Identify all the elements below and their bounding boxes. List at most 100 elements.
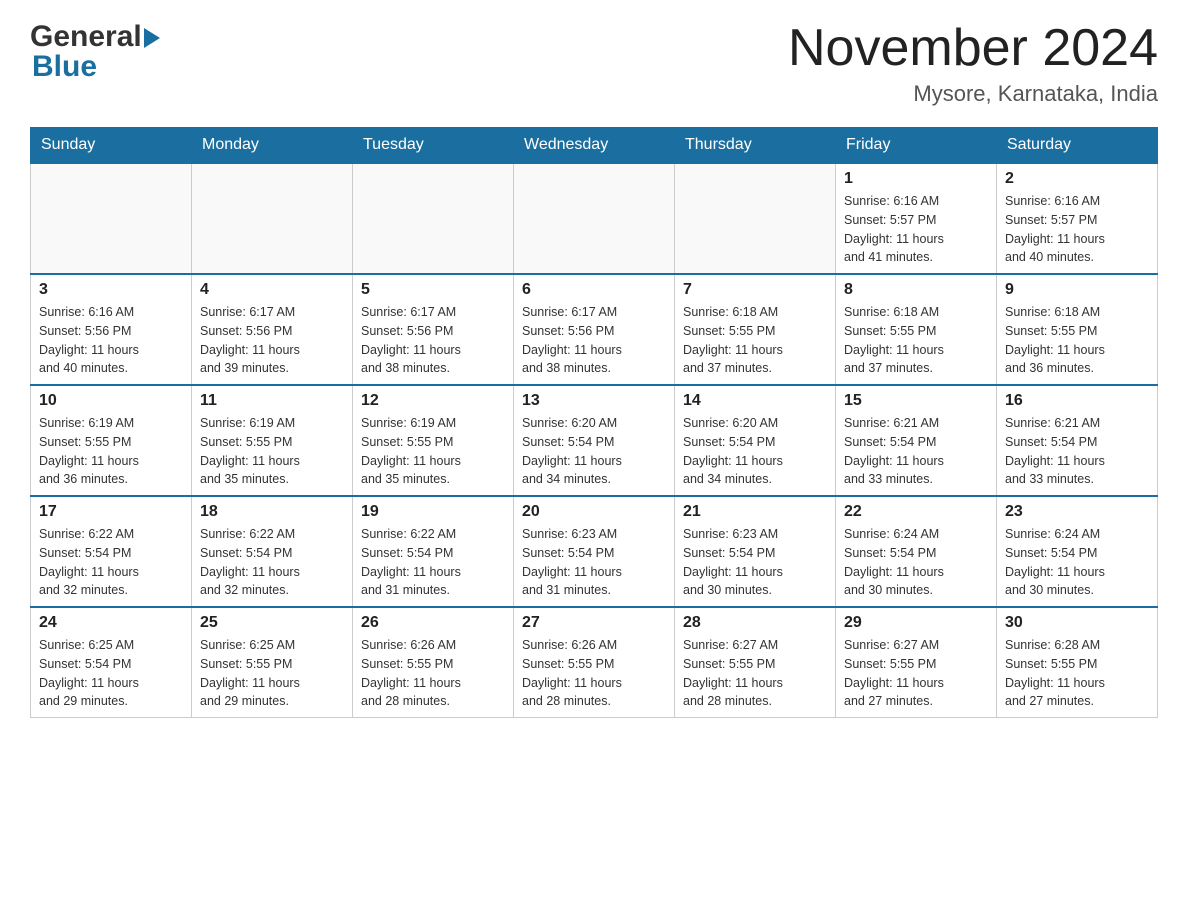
- calendar-header-row: SundayMondayTuesdayWednesdayThursdayFrid…: [31, 128, 1158, 164]
- page-header: General Blue November 2024 Mysore, Karna…: [30, 20, 1158, 107]
- day-number: 22: [844, 503, 988, 521]
- day-number: 30: [1005, 614, 1149, 632]
- day-number: 24: [39, 614, 183, 632]
- day-number: 1: [844, 170, 988, 188]
- logo: General Blue: [30, 20, 160, 84]
- day-number: 21: [683, 503, 827, 521]
- day-number: 27: [522, 614, 666, 632]
- day-info: Sunrise: 6:16 AMSunset: 5:56 PMDaylight:…: [39, 303, 183, 378]
- day-number: 7: [683, 281, 827, 299]
- day-info: Sunrise: 6:24 AMSunset: 5:54 PMDaylight:…: [1005, 525, 1149, 600]
- calendar-cell: 28 Sunrise: 6:27 AMSunset: 5:55 PMDayligh…: [675, 607, 836, 718]
- logo-arrow-icon: [144, 28, 160, 48]
- weekday-header-wednesday: Wednesday: [514, 128, 675, 164]
- week-row-5: 24Sunrise: 6:25 AMSunset: 5:54 PMDayligh…: [31, 607, 1158, 718]
- day-number: 3: [39, 281, 183, 299]
- day-number: 14: [683, 392, 827, 410]
- calendar-cell: 16 Sunrise: 6:21 AMSunset: 5:54 PMDayligh…: [997, 385, 1158, 496]
- calendar-cell: [353, 163, 514, 274]
- calendar-cell: 4 Sunrise: 6:17 AMSunset: 5:56 PMDaylight…: [192, 274, 353, 385]
- weekday-header-sunday: Sunday: [31, 128, 192, 164]
- day-number: 26: [361, 614, 505, 632]
- day-info: Sunrise: 6:21 AMSunset: 5:54 PMDaylight:…: [844, 414, 988, 489]
- calendar-cell: 12Sunrise: 6:19 AMSunset: 5:55 PMDayligh…: [353, 385, 514, 496]
- logo-general-text: General: [30, 20, 142, 54]
- day-info: Sunrise: 6:17 AMSunset: 5:56 PMDaylight:…: [522, 303, 666, 378]
- calendar-cell: 17Sunrise: 6:22 AMSunset: 5:54 PMDayligh…: [31, 496, 192, 607]
- day-info: Sunrise: 6:19 AMSunset: 5:55 PMDaylight:…: [361, 414, 505, 489]
- day-number: 28: [683, 614, 827, 632]
- weekday-header-friday: Friday: [836, 128, 997, 164]
- calendar-cell: 15 Sunrise: 6:21 AMSunset: 5:54 PMDayligh…: [836, 385, 997, 496]
- day-number: 13: [522, 392, 666, 410]
- day-info: Sunrise: 6:24 AMSunset: 5:54 PMDaylight:…: [844, 525, 988, 600]
- day-number: 8: [844, 281, 988, 299]
- day-number: 23: [1005, 503, 1149, 521]
- calendar-cell: 24Sunrise: 6:25 AMSunset: 5:54 PMDayligh…: [31, 607, 192, 718]
- day-info: Sunrise: 6:17 AMSunset: 5:56 PMDaylight:…: [361, 303, 505, 378]
- day-number: 18: [200, 503, 344, 521]
- day-info: Sunrise: 6:22 AMSunset: 5:54 PMDaylight:…: [200, 525, 344, 600]
- day-number: 19: [361, 503, 505, 521]
- calendar-cell: 23 Sunrise: 6:24 AMSunset: 5:54 PMDayligh…: [997, 496, 1158, 607]
- calendar-cell: 6Sunrise: 6:17 AMSunset: 5:56 PMDaylight…: [514, 274, 675, 385]
- day-number: 4: [200, 281, 344, 299]
- calendar-cell: 7 Sunrise: 6:18 AMSunset: 5:55 PMDaylight…: [675, 274, 836, 385]
- weekday-header-thursday: Thursday: [675, 128, 836, 164]
- day-info: Sunrise: 6:20 AMSunset: 5:54 PMDaylight:…: [683, 414, 827, 489]
- day-info: Sunrise: 6:27 AMSunset: 5:55 PMDaylight:…: [683, 636, 827, 711]
- day-info: Sunrise: 6:16 AMSunset: 5:57 PMDaylight:…: [844, 192, 988, 267]
- day-number: 17: [39, 503, 183, 521]
- calendar-cell: [192, 163, 353, 274]
- calendar-cell: 27 Sunrise: 6:26 AMSunset: 5:55 PMDayligh…: [514, 607, 675, 718]
- day-info: Sunrise: 6:23 AMSunset: 5:54 PMDaylight:…: [522, 525, 666, 600]
- calendar-cell: 20Sunrise: 6:23 AMSunset: 5:54 PMDayligh…: [514, 496, 675, 607]
- calendar-cell: 1 Sunrise: 6:16 AMSunset: 5:57 PMDaylight…: [836, 163, 997, 274]
- calendar-cell: 22 Sunrise: 6:24 AMSunset: 5:54 PMDayligh…: [836, 496, 997, 607]
- calendar-cell: 26 Sunrise: 6:26 AMSunset: 5:55 PMDayligh…: [353, 607, 514, 718]
- calendar-cell: [514, 163, 675, 274]
- day-number: 25: [200, 614, 344, 632]
- calendar-cell: 21 Sunrise: 6:23 AMSunset: 5:54 PMDayligh…: [675, 496, 836, 607]
- day-number: 15: [844, 392, 988, 410]
- week-row-3: 10Sunrise: 6:19 AMSunset: 5:55 PMDayligh…: [31, 385, 1158, 496]
- calendar-cell: 11Sunrise: 6:19 AMSunset: 5:55 PMDayligh…: [192, 385, 353, 496]
- calendar-cell: 19 Sunrise: 6:22 AMSunset: 5:54 PMDayligh…: [353, 496, 514, 607]
- calendar-cell: 14 Sunrise: 6:20 AMSunset: 5:54 PMDayligh…: [675, 385, 836, 496]
- weekday-header-saturday: Saturday: [997, 128, 1158, 164]
- title-section: November 2024 Mysore, Karnataka, India: [788, 20, 1158, 107]
- day-info: Sunrise: 6:21 AMSunset: 5:54 PMDaylight:…: [1005, 414, 1149, 489]
- weekday-header-monday: Monday: [192, 128, 353, 164]
- calendar-cell: 9Sunrise: 6:18 AMSunset: 5:55 PMDaylight…: [997, 274, 1158, 385]
- day-number: 2: [1005, 170, 1149, 188]
- day-info: Sunrise: 6:22 AMSunset: 5:54 PMDaylight:…: [361, 525, 505, 600]
- calendar-cell: 30Sunrise: 6:28 AMSunset: 5:55 PMDayligh…: [997, 607, 1158, 718]
- day-info: Sunrise: 6:17 AMSunset: 5:56 PMDaylight:…: [200, 303, 344, 378]
- calendar-cell: [31, 163, 192, 274]
- day-info: Sunrise: 6:26 AMSunset: 5:55 PMDaylight:…: [361, 636, 505, 711]
- day-info: Sunrise: 6:18 AMSunset: 5:55 PMDaylight:…: [683, 303, 827, 378]
- calendar-cell: [675, 163, 836, 274]
- calendar-table: SundayMondayTuesdayWednesdayThursdayFrid…: [30, 127, 1158, 718]
- week-row-4: 17 Sunrise: 6:22 AMSunset: 5:54 PMDayligh…: [31, 496, 1158, 607]
- calendar-cell: 10Sunrise: 6:19 AMSunset: 5:55 PMDayligh…: [31, 385, 192, 496]
- day-number: 16: [1005, 392, 1149, 410]
- week-row-2: 3 Sunrise: 6:16 AMSunset: 5:56 PMDaylight…: [31, 274, 1158, 385]
- weekday-header-tuesday: Tuesday: [353, 128, 514, 164]
- day-info: Sunrise: 6:23 AMSunset: 5:54 PMDaylight:…: [683, 525, 827, 600]
- month-title: November 2024: [788, 20, 1158, 77]
- day-info: Sunrise: 6:25 AMSunset: 5:55 PMDaylight:…: [200, 636, 344, 711]
- location-text: Mysore, Karnataka, India: [788, 81, 1158, 107]
- day-number: 11: [200, 392, 344, 410]
- week-row-1: 1 Sunrise: 6:16 AMSunset: 5:57 PMDaylight…: [31, 163, 1158, 274]
- calendar-cell: 13Sunrise: 6:20 AMSunset: 5:54 PMDayligh…: [514, 385, 675, 496]
- calendar-cell: 18 Sunrise: 6:22 AMSunset: 5:54 PMDayligh…: [192, 496, 353, 607]
- day-info: Sunrise: 6:16 AMSunset: 5:57 PMDaylight:…: [1005, 192, 1149, 267]
- day-number: 29: [844, 614, 988, 632]
- logo-blue-text: Blue: [32, 50, 97, 83]
- calendar-cell: 2 Sunrise: 6:16 AMSunset: 5:57 PMDaylight…: [997, 163, 1158, 274]
- day-info: Sunrise: 6:18 AMSunset: 5:55 PMDaylight:…: [844, 303, 988, 378]
- day-number: 5: [361, 281, 505, 299]
- calendar-cell: 3 Sunrise: 6:16 AMSunset: 5:56 PMDaylight…: [31, 274, 192, 385]
- day-info: Sunrise: 6:26 AMSunset: 5:55 PMDaylight:…: [522, 636, 666, 711]
